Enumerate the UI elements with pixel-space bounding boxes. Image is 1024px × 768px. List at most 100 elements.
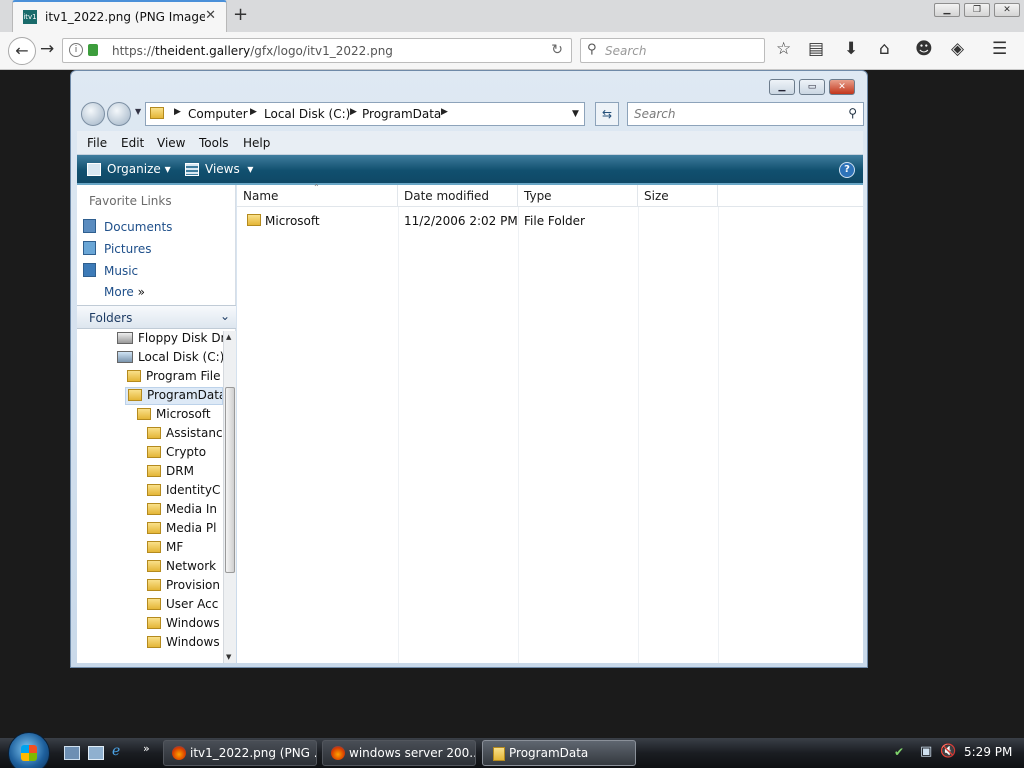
- chevron-right-icon: ▶: [350, 107, 357, 117]
- favorite-music[interactable]: Music: [83, 263, 138, 278]
- tree-item-media-player[interactable]: Media Pl: [147, 521, 216, 539]
- browser-tab[interactable]: itv1 itv1_2022.png (PNG Image,... ✕: [12, 0, 227, 32]
- reload-icon[interactable]: ↻: [551, 42, 563, 58]
- scroll-down-icon[interactable]: ▼: [226, 653, 231, 661]
- chevron-right-icon[interactable]: »: [143, 742, 159, 756]
- menu-view[interactable]: View: [157, 136, 185, 150]
- tree-item-floppy[interactable]: Floppy Disk Dr: [117, 331, 223, 349]
- refresh-button[interactable]: ⇆: [595, 102, 619, 126]
- taskbar-firefox-search[interactable]: windows server 200...: [322, 740, 476, 766]
- breadcrumb-local-disk[interactable]: Local Disk (C:): [264, 107, 350, 121]
- tree-item-local-disk[interactable]: Local Disk (C:): [117, 350, 223, 368]
- tree-item-windows-1[interactable]: Windows: [147, 616, 220, 634]
- security-icon[interactable]: ✔: [894, 745, 904, 759]
- browser-restore-button[interactable]: ❐: [964, 3, 990, 17]
- switch-windows-icon[interactable]: [88, 746, 104, 760]
- tree-item-network[interactable]: Network: [147, 559, 216, 577]
- explorer-back-button[interactable]: [81, 102, 105, 126]
- folder-icon: [147, 636, 161, 648]
- start-button[interactable]: [8, 732, 50, 768]
- folders-header[interactable]: Folders ⌄: [77, 305, 236, 329]
- organize-button[interactable]: Organize ▾: [107, 162, 171, 176]
- volume-muted-icon[interactable]: 🔇: [940, 744, 956, 759]
- taskbar-programdata[interactable]: ProgramData: [482, 740, 636, 766]
- tree-item-identity[interactable]: IdentityC: [147, 483, 220, 501]
- close-button[interactable]: ✕: [829, 79, 855, 95]
- downloads-icon[interactable]: ⬇: [844, 39, 858, 59]
- explorer-forward-button[interactable]: [107, 102, 131, 126]
- column-date-modified[interactable]: Date modified: [398, 185, 518, 207]
- menu-tools[interactable]: Tools: [199, 136, 229, 150]
- tree-item-drm[interactable]: DRM: [147, 464, 194, 482]
- tree-item-microsoft[interactable]: Microsoft: [137, 407, 211, 425]
- url-bar[interactable]: i https://theident.gallery/gfx/logo/itv1…: [62, 38, 572, 63]
- explorer-search-input[interactable]: Search ⚲: [627, 102, 864, 126]
- menu-file[interactable]: File: [87, 136, 107, 150]
- maximize-button[interactable]: ▭: [799, 79, 825, 95]
- column-size[interactable]: Size: [638, 185, 718, 207]
- scroll-thumb[interactable]: [225, 387, 235, 573]
- chevron-right-icon: ▶: [441, 107, 448, 117]
- network-icon[interactable]: ▣: [920, 744, 932, 759]
- tree-item-media-index[interactable]: Media In: [147, 502, 217, 520]
- chevron-down-icon: ⌄: [219, 309, 230, 323]
- clock[interactable]: 5:29 PM: [964, 745, 1012, 759]
- reading-list-icon[interactable]: ▤: [808, 39, 824, 59]
- breadcrumb-programdata[interactable]: ProgramData: [362, 107, 441, 121]
- menu-help[interactable]: Help: [243, 136, 270, 150]
- show-desktop-icon[interactable]: [64, 746, 80, 760]
- breadcrumb-computer[interactable]: Computer: [188, 107, 248, 121]
- tree-item-user-account[interactable]: User Acc: [147, 597, 218, 615]
- minimize-button[interactable]: ▁: [769, 79, 795, 95]
- taskbar: ℯ » itv1_2022.png (PNG ... windows serve…: [0, 732, 1024, 768]
- views-icon: [185, 163, 199, 176]
- more-link[interactable]: More »: [104, 285, 145, 299]
- tree-scrollbar[interactable]: ▲ ▼: [223, 331, 236, 663]
- taskbar-firefox-image[interactable]: itv1_2022.png (PNG ...: [163, 740, 317, 766]
- favorite-pictures[interactable]: Pictures: [83, 241, 152, 256]
- hard-drive-icon: [117, 351, 133, 363]
- tree-item-assistance[interactable]: Assistanc: [147, 426, 223, 444]
- forward-button[interactable]: →: [40, 39, 54, 59]
- smiley-icon[interactable]: ☻: [915, 39, 933, 59]
- menu-icon[interactable]: ☰: [992, 39, 1007, 59]
- menu-edit[interactable]: Edit: [121, 136, 144, 150]
- recent-pages-icon[interactable]: ▼: [135, 107, 141, 116]
- folder-icon: [147, 617, 161, 629]
- folder-icon: [147, 598, 161, 610]
- browser-toolbar: ← → i https://theident.gallery/gfx/logo/…: [0, 32, 1024, 70]
- tree-item-programdata[interactable]: ProgramData: [125, 387, 223, 405]
- internet-explorer-icon[interactable]: ℯ: [112, 743, 128, 759]
- info-icon[interactable]: i: [69, 43, 83, 57]
- breadcrumb[interactable]: ▶ Computer ▶ Local Disk (C:) ▶ ProgramDa…: [145, 102, 585, 126]
- tree-item-provisioning[interactable]: Provision: [147, 578, 220, 596]
- firefox-icon: [331, 746, 345, 760]
- favorite-documents[interactable]: Documents: [83, 219, 172, 234]
- tree-item-windows-2[interactable]: Windows: [147, 635, 220, 653]
- explorer-search-placeholder: Search: [634, 107, 676, 121]
- documents-icon: [83, 219, 96, 233]
- close-tab-icon[interactable]: ✕: [205, 8, 216, 23]
- pocket-icon[interactable]: ◈: [951, 39, 964, 59]
- new-tab-button[interactable]: +: [233, 4, 248, 25]
- tree-item-mf[interactable]: MF: [147, 540, 183, 558]
- help-icon[interactable]: ?: [839, 162, 855, 178]
- bookmark-star-icon[interactable]: ☆: [776, 39, 791, 59]
- home-icon[interactable]: ⌂: [879, 39, 890, 59]
- folder-icon: [147, 541, 161, 553]
- chevron-down-icon[interactable]: ▼: [572, 109, 579, 119]
- column-divider: [718, 207, 719, 663]
- scroll-up-icon[interactable]: ▲: [226, 333, 231, 341]
- tree-item-crypto[interactable]: Crypto: [147, 445, 206, 463]
- browser-close-button[interactable]: ✕: [994, 3, 1020, 17]
- column-type[interactable]: Type: [518, 185, 638, 207]
- tree-item-program-files[interactable]: Program File: [127, 369, 221, 387]
- chevron-right-icon: ▶: [174, 107, 181, 117]
- browser-minimize-button[interactable]: ▁: [934, 3, 960, 17]
- browser-search-input[interactable]: ⚲ Search: [580, 38, 765, 63]
- views-button[interactable]: Views ▾: [205, 162, 253, 176]
- organize-icon: [87, 163, 101, 176]
- window-controls: ▁ ▭ ✕: [769, 79, 859, 95]
- back-button[interactable]: ←: [8, 37, 36, 65]
- address-row: ▼ ▶ Computer ▶ Local Disk (C:) ▶ Program…: [77, 101, 864, 127]
